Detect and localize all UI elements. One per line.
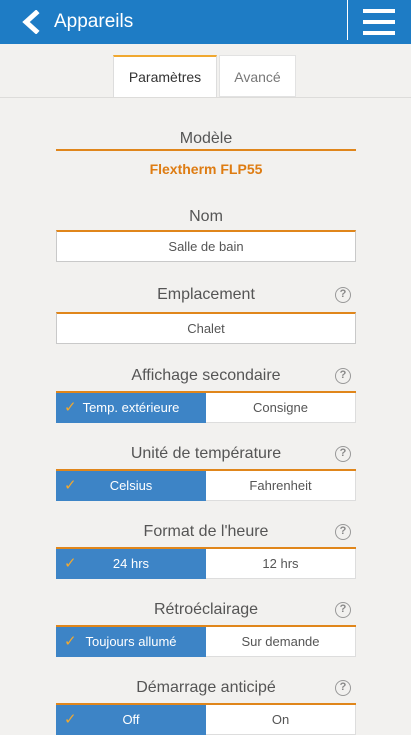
tab-avance[interactable]: Avancé (219, 55, 296, 97)
early-start-toggle: ✓ Off On (56, 703, 356, 735)
check-icon: ✓ (64, 399, 77, 416)
time-format-toggle: ✓ 24 hrs 12 hrs (56, 547, 356, 579)
help-icon[interactable]: ? (335, 602, 351, 618)
name-field[interactable]: Salle de bain (56, 230, 356, 262)
location-label: Emplacement (157, 286, 255, 303)
check-icon: ✓ (64, 477, 77, 494)
check-icon: ✓ (64, 555, 77, 572)
backlight-toggle: ✓ Toujours allumé Sur demande (56, 625, 356, 657)
page-title: Appareils (54, 11, 134, 32)
option-consigne[interactable]: Consigne (206, 393, 356, 423)
check-icon: ✓ (64, 633, 77, 650)
option-sur-demande[interactable]: Sur demande (206, 627, 356, 657)
option-label: Fahrenheit (249, 478, 312, 493)
option-label: On (271, 712, 290, 727)
header-divider (347, 0, 348, 40)
option-toujours-allume[interactable]: ✓ Toujours allumé (56, 627, 206, 657)
help-icon[interactable]: ? (335, 680, 351, 696)
option-24hrs[interactable]: ✓ 24 hrs (56, 549, 206, 579)
model-label: Modèle (179, 130, 233, 147)
model-value: Flextherm FLP55 (149, 161, 263, 177)
help-icon[interactable]: ? (335, 287, 351, 303)
time-format-label: Format de l'heure (143, 523, 269, 540)
top-app-bar: Appareils (0, 0, 411, 44)
tab-parametres[interactable]: Paramètres (113, 55, 217, 97)
help-icon[interactable]: ? (335, 524, 351, 540)
option-celsius[interactable]: ✓ Celsius (56, 471, 206, 501)
option-label: Consigne (253, 400, 308, 415)
option-label: 24 hrs (112, 556, 150, 571)
temp-unit-label: Unité de température (130, 445, 282, 462)
option-12hrs[interactable]: 12 hrs (206, 549, 356, 579)
option-fahrenheit[interactable]: Fahrenheit (206, 471, 356, 501)
secondary-display-toggle: ✓ Temp. extérieure Consigne (56, 391, 356, 423)
temp-unit-toggle: ✓ Celsius Fahrenheit (56, 469, 356, 501)
option-label: 12 hrs (262, 556, 299, 571)
option-label: Sur demande (241, 634, 320, 649)
hamburger-menu-icon[interactable] (363, 9, 395, 35)
secondary-display-label: Affichage secondaire (131, 367, 281, 384)
option-label: Off (122, 712, 140, 727)
option-label: Toujours allumé (85, 634, 177, 649)
backlight-label: Rétroéclairage (153, 601, 259, 618)
location-field[interactable]: Chalet (56, 312, 356, 344)
early-start-label: Démarrage anticipé (136, 679, 276, 696)
model-divider (56, 149, 356, 151)
option-label: Celsius (109, 478, 153, 493)
chevron-left-icon[interactable] (20, 10, 42, 34)
help-icon[interactable]: ? (335, 446, 351, 462)
option-temp-exterieure[interactable]: ✓ Temp. extérieure (56, 393, 206, 423)
option-label: Temp. extérieure (82, 400, 180, 415)
help-icon[interactable]: ? (335, 368, 351, 384)
name-label: Nom (189, 208, 223, 225)
tab-bar-divider (0, 97, 411, 98)
